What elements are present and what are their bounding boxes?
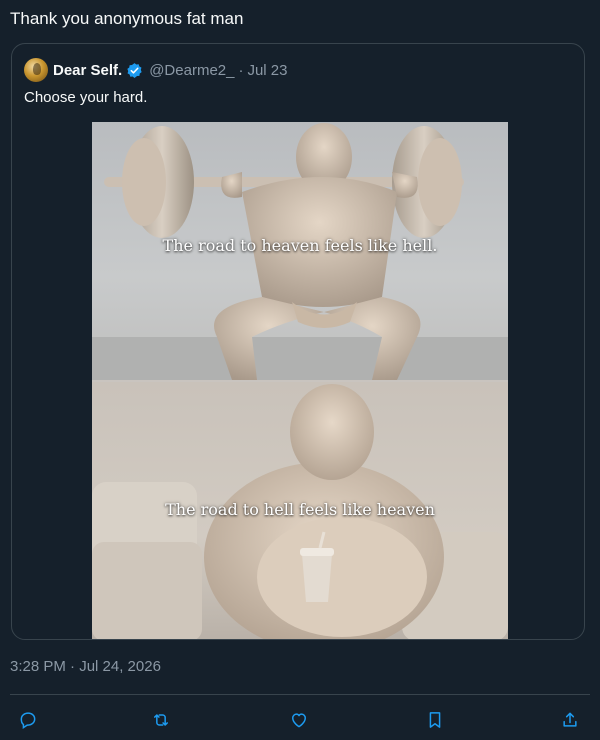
retweet-button[interactable] — [147, 706, 175, 734]
author-display-name[interactable]: Dear Self. — [53, 62, 122, 79]
separator-dot: · — [238, 61, 244, 79]
divider — [10, 694, 590, 695]
quoted-tweet-card[interactable]: Dear Self. @Dearme2_ · Jul 23 Choose you… — [11, 43, 585, 640]
meme-bottom-caption: The road to hell feels like heaven — [165, 500, 435, 519]
avatar[interactable] — [24, 58, 48, 82]
quote-date[interactable]: Jul 23 — [247, 62, 287, 79]
bookmark-icon — [429, 712, 441, 728]
tweet-timestamp[interactable]: 3:28 PM · Jul 24, 2026 — [10, 658, 161, 675]
meme-image[interactable]: The road to heaven feels like hell. The … — [92, 122, 508, 639]
tweet-text: Thank you anonymous fat man — [10, 9, 244, 28]
verified-badge-icon — [127, 62, 142, 78]
like-button[interactable] — [285, 706, 313, 734]
meme-top-panel: The road to heaven feels like hell. — [92, 122, 508, 380]
retweet-icon — [154, 714, 168, 726]
quoted-tweet-header: Dear Self. @Dearme2_ · Jul 23 — [24, 58, 288, 82]
author-handle[interactable]: @Dearme2_ — [149, 62, 234, 79]
quoted-tweet-text: Choose your hard. — [24, 89, 148, 106]
meme-bottom-panel: The road to hell feels like heaven — [92, 382, 508, 639]
share-icon — [563, 712, 577, 727]
reply-icon — [20, 712, 36, 729]
meme-top-caption: The road to heaven feels like hell. — [162, 236, 438, 255]
like-icon — [292, 713, 306, 728]
reply-button[interactable] — [14, 706, 42, 734]
tweet-action-bar — [0, 706, 600, 734]
bookmark-button[interactable] — [421, 706, 449, 734]
share-button[interactable] — [556, 706, 584, 734]
